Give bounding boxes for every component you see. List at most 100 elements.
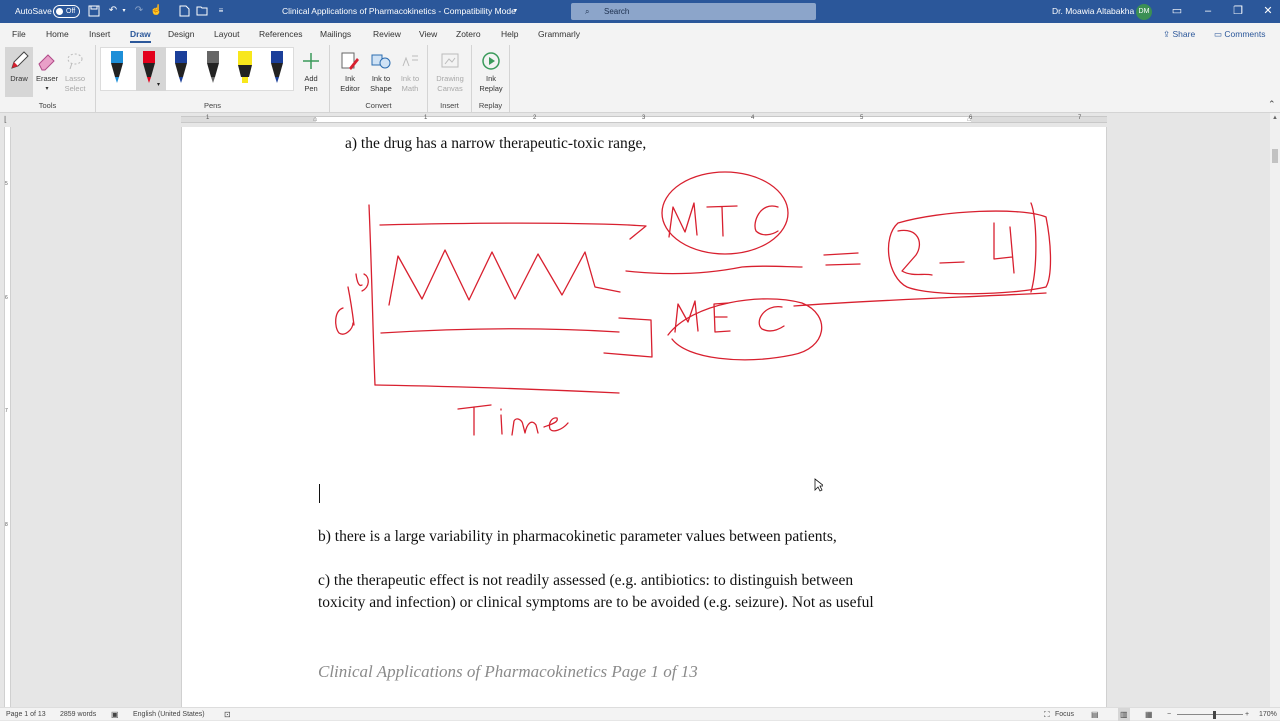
indent-marker-icon[interactable]: ⌂ [313, 116, 317, 123]
tab-grammarly[interactable]: Grammarly [538, 23, 580, 45]
comment-icon: ▭ [1214, 29, 1225, 39]
eraser-dropdown-icon[interactable]: ▾ [34, 84, 60, 94]
zoom-out-icon[interactable]: − [1167, 708, 1171, 721]
ribbon-display-icon[interactable]: ▭ [1165, 0, 1189, 23]
insert-group: Drawing Canvas Insert [428, 45, 472, 113]
zoom-slider-thumb[interactable] [1213, 711, 1216, 719]
page[interactable]: a) the drug has a narrow therapeutic-tox… [181, 127, 1107, 707]
draw-tool-button[interactable]: Draw [5, 47, 33, 97]
zoom-slider[interactable] [1177, 714, 1243, 715]
customize-qat-icon[interactable]: ≡ [215, 5, 227, 17]
tab-zotero[interactable]: Zotero [456, 23, 481, 45]
convert-group: Ink Editor Ink to Shape Ink to Math Conv… [330, 45, 428, 113]
vertical-ruler[interactable]: 5 6 7 8 [4, 127, 11, 707]
vertical-scrollbar[interactable]: ▲ [1270, 113, 1280, 707]
open-folder-icon[interactable] [196, 5, 208, 17]
ink-stroke [939, 261, 965, 264]
ink-to-shape-button[interactable]: Ink to Shape [366, 50, 396, 94]
drawing-canvas-button[interactable]: Drawing Canvas [432, 50, 468, 94]
read-mode-icon[interactable]: ▤ [1091, 708, 1099, 721]
tab-layout[interactable]: Layout [214, 23, 240, 45]
replay-group-label: Replay [478, 101, 503, 110]
ink-drawing[interactable] [182, 127, 1108, 457]
close-icon[interactable]: ✕ [1256, 0, 1280, 23]
collapse-ribbon-icon[interactable]: ⌃ [1268, 99, 1276, 110]
document-title[interactable]: Clinical Applications of Pharmacokinetic… [282, 0, 516, 23]
minimize-icon[interactable]: – [1196, 0, 1220, 23]
pen-4-icon[interactable] [268, 49, 286, 87]
avatar[interactable]: DM [1136, 4, 1152, 20]
pen-2-icon[interactable] [140, 49, 158, 87]
web-layout-icon[interactable]: ▦ [1145, 708, 1153, 721]
ink-editor-button[interactable]: Ink Editor [335, 50, 365, 94]
ink-stroke [993, 222, 1015, 274]
eraser-button[interactable]: Eraser ▾ [34, 50, 60, 94]
insert-group-label: Insert [440, 101, 459, 110]
left-margin-area [181, 117, 316, 122]
zoom-level[interactable]: 170% [1259, 708, 1277, 721]
tab-view[interactable]: View [419, 23, 437, 45]
tab-draw[interactable]: Draw [130, 23, 151, 45]
title-dropdown-icon[interactable]: ▾ [514, 0, 517, 23]
scrollbar-thumb[interactable] [1272, 149, 1278, 163]
new-document-icon[interactable] [178, 5, 190, 17]
autosave-state: Off [66, 8, 76, 15]
pencil-gray-icon[interactable] [204, 49, 222, 87]
tab-selector-icon[interactable]: ⌊ [4, 115, 7, 124]
pen-3-icon[interactable] [172, 49, 190, 87]
print-layout-icon[interactable]: ▥ [1118, 708, 1130, 721]
ribbon: Draw Eraser ▾ Lasso Select Tools ▾ Add P… [0, 45, 1280, 113]
text-cursor [319, 484, 320, 503]
ruler-number: 1 [206, 115, 210, 121]
status-bar: Page 1 of 13 2859 words ▣ English (Unite… [0, 707, 1280, 721]
accessibility-icon[interactable]: ⊡ [224, 708, 231, 721]
ink-stroke [706, 205, 738, 237]
user-name[interactable]: Dr. Moawia Altabakha [1052, 0, 1134, 23]
draw-tool-label: Draw [10, 74, 28, 83]
comments-button[interactable]: ▭ Comments [1214, 23, 1266, 45]
ink-stroke [379, 222, 630, 226]
highlighter-yellow-icon[interactable] [236, 49, 254, 87]
ink-stroke [897, 229, 933, 276]
language-indicator[interactable]: English (United States) [133, 708, 205, 721]
ink-replay-button[interactable]: Ink Replay [475, 50, 507, 94]
autosave-toggle[interactable]: Off [53, 5, 80, 18]
focus-button[interactable]: Focus [1055, 708, 1074, 721]
undo-dropdown-icon[interactable]: ▾ [118, 5, 130, 17]
proofing-icon[interactable]: ▣ [111, 708, 119, 721]
word-count[interactable]: 2859 words [60, 708, 96, 721]
save-icon[interactable] [88, 5, 100, 17]
scroll-up-icon[interactable]: ▲ [1272, 115, 1278, 121]
focus-icon: ⛶ [1044, 710, 1050, 719]
ink-stroke [713, 302, 731, 333]
pen-2-dropdown-icon[interactable]: ▾ [157, 81, 160, 88]
ink-stroke [1030, 202, 1037, 293]
ink-stroke [347, 286, 355, 326]
tab-insert[interactable]: Insert [89, 23, 110, 45]
tab-file[interactable]: File [12, 23, 26, 45]
lasso-select-button[interactable]: Lasso Select [62, 50, 88, 94]
zoom-in-icon[interactable]: + [1245, 708, 1249, 721]
restore-icon[interactable]: ❐ [1226, 0, 1250, 23]
tab-references[interactable]: References [259, 23, 302, 45]
ink-to-shape-icon [371, 54, 391, 69]
tab-design[interactable]: Design [168, 23, 194, 45]
right-indent-marker-icon[interactable]: ⌂ [967, 116, 971, 123]
add-pen-button[interactable]: Add Pen [296, 50, 326, 94]
menu-bar: File Home Insert Draw Design Layout Refe… [0, 23, 1280, 45]
touch-mode-icon[interactable]: ☝ [150, 5, 162, 17]
tab-mailings[interactable]: Mailings [320, 23, 351, 45]
tab-home[interactable]: Home [46, 23, 69, 45]
search-box[interactable]: ⌕ Search [571, 3, 816, 20]
page-count[interactable]: Page 1 of 13 [6, 708, 46, 721]
redo-icon[interactable]: ↷ [133, 5, 145, 17]
ruler-number: 2 [533, 115, 537, 121]
tab-review[interactable]: Review [373, 23, 401, 45]
ink-stroke [823, 252, 861, 266]
horizontal-ruler[interactable]: 1 1 2 3 4 5 6 7 ⌂ ⌂ [181, 115, 1107, 123]
ink-to-math-button[interactable]: Ink to Math [395, 50, 425, 94]
share-button[interactable]: ⇪ Share [1163, 23, 1195, 45]
tab-help[interactable]: Help [501, 23, 518, 45]
pen-1-icon[interactable] [108, 49, 126, 87]
ruler-number: 8 [5, 522, 8, 528]
